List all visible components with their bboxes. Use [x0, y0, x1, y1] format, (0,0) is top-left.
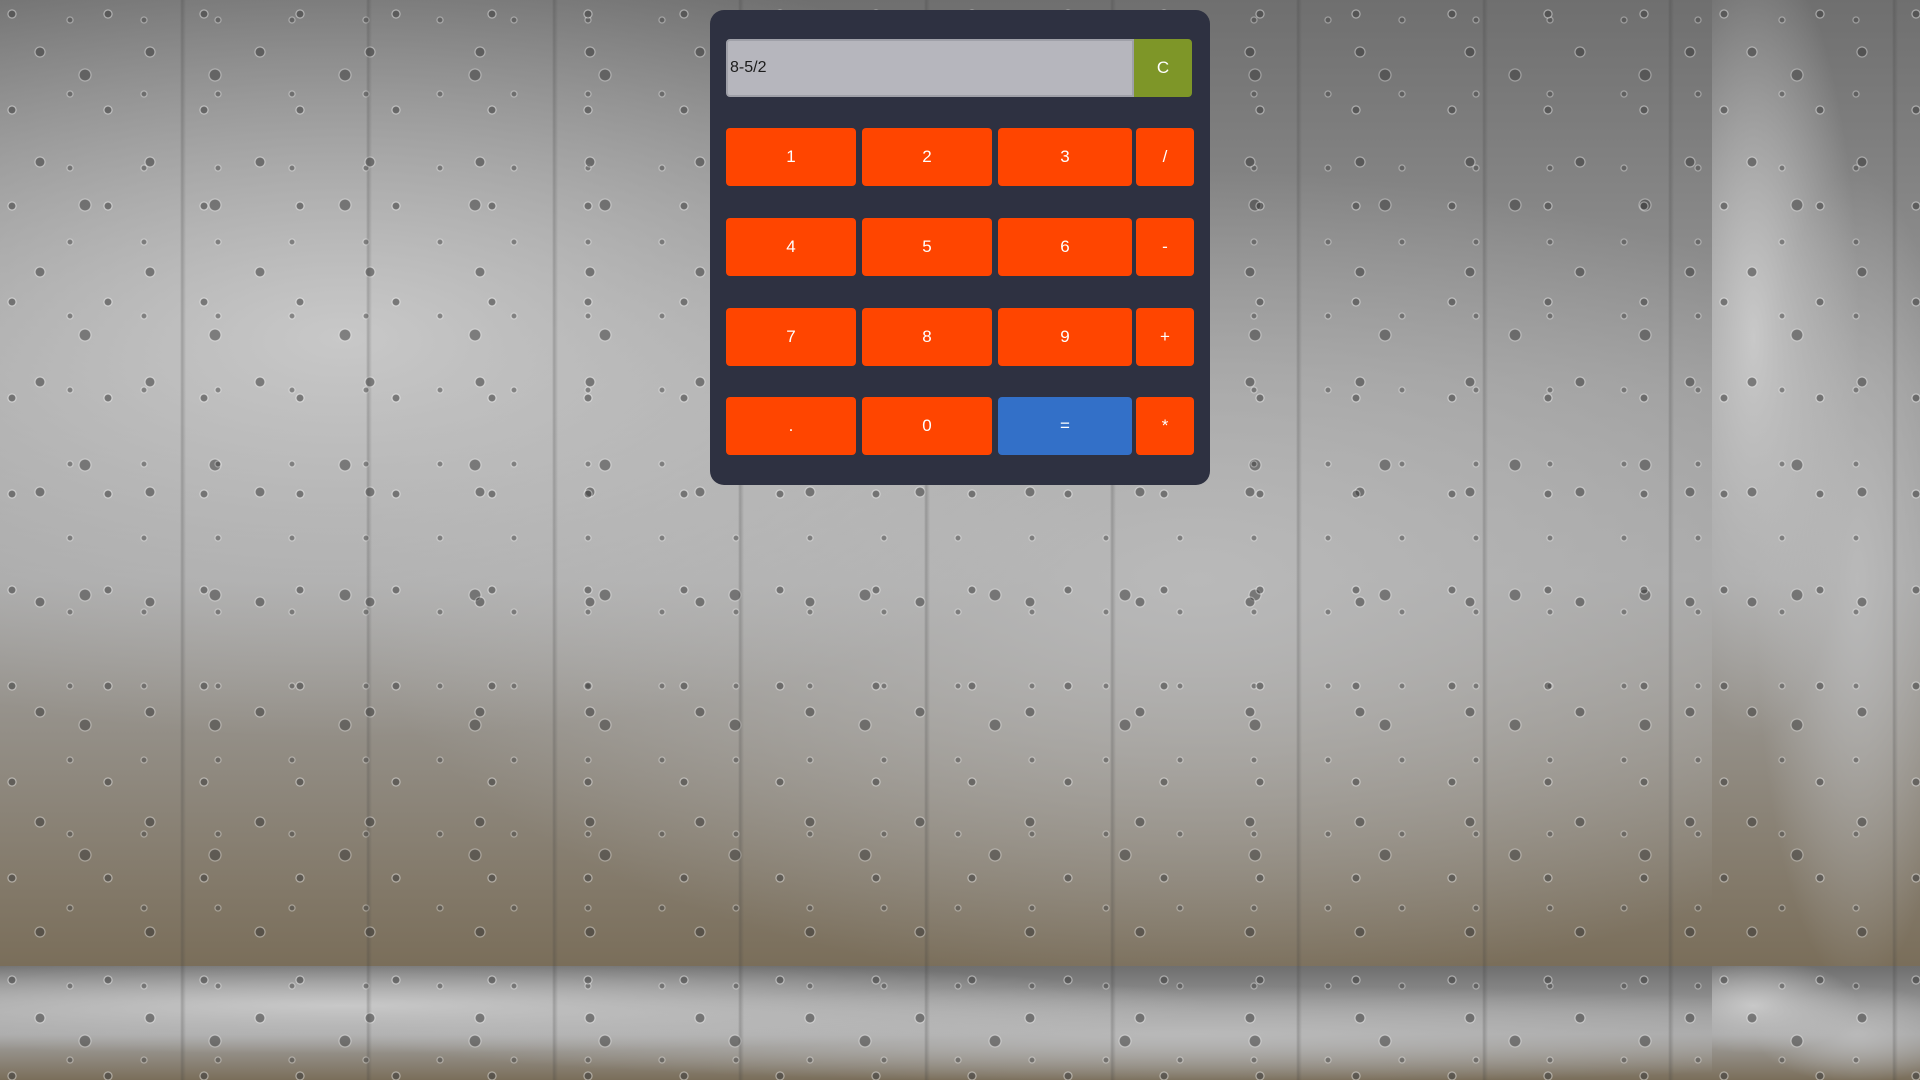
- key-5-button[interactable]: 5: [862, 218, 992, 276]
- key-0-button[interactable]: 0: [862, 397, 992, 455]
- key-2-button[interactable]: 2: [862, 128, 992, 186]
- key-8-button[interactable]: 8: [862, 308, 992, 366]
- display-row: C: [726, 39, 1194, 97]
- key-9-button[interactable]: 9: [998, 308, 1132, 366]
- calculator: C 1 2 3 / 4 5 6 - 7 8 9 + . 0 = *: [710, 10, 1210, 485]
- background-tile-bottom: [0, 966, 1712, 1080]
- clear-button[interactable]: C: [1134, 39, 1192, 97]
- calculator-display[interactable]: [726, 39, 1134, 97]
- key-4-button[interactable]: 4: [726, 218, 856, 276]
- key-1-button[interactable]: 1: [726, 128, 856, 186]
- background-tile-corner: [1712, 966, 1920, 1080]
- key-6-button[interactable]: 6: [998, 218, 1132, 276]
- divide-button[interactable]: /: [1136, 128, 1194, 186]
- key-3-button[interactable]: 3: [998, 128, 1132, 186]
- decimal-point-button[interactable]: .: [726, 397, 856, 455]
- multiply-button[interactable]: *: [1136, 397, 1194, 455]
- minus-button[interactable]: -: [1136, 218, 1194, 276]
- key-7-button[interactable]: 7: [726, 308, 856, 366]
- background-tile-right: [1712, 0, 1920, 966]
- plus-button[interactable]: +: [1136, 308, 1194, 366]
- equals-button[interactable]: =: [998, 397, 1132, 455]
